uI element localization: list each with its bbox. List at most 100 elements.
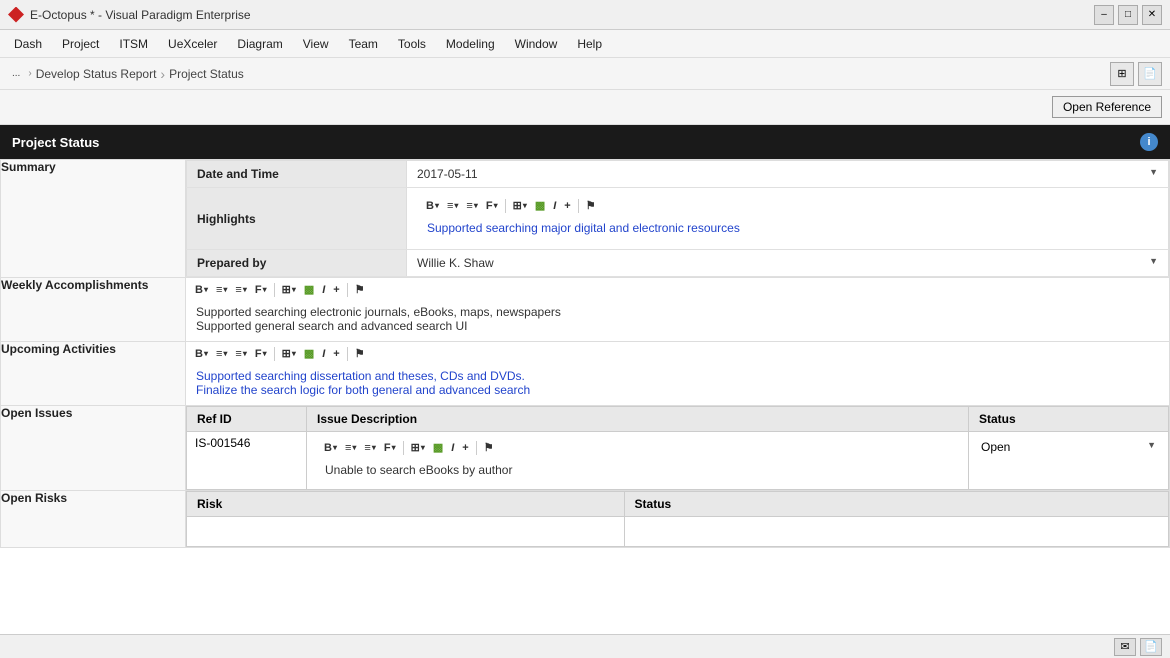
menu-modeling[interactable]: Modeling bbox=[436, 33, 505, 55]
issues-table: Ref ID Issue Description Status IS-00154… bbox=[186, 406, 1169, 490]
tb-special[interactable]: ⚑ bbox=[583, 198, 599, 213]
menu-uexceler[interactable]: UeXceler bbox=[158, 33, 227, 55]
prepared-by-dropdown-arrow[interactable]: ▼ bbox=[1149, 256, 1158, 266]
project-status-title: Project Status bbox=[12, 135, 99, 150]
ua-tb-bold[interactable]: B▾ bbox=[192, 347, 211, 361]
is-tb-plus[interactable]: + bbox=[459, 441, 471, 455]
is-tb-special[interactable]: ⚑ bbox=[481, 440, 497, 455]
tb-font[interactable]: F▾ bbox=[483, 199, 501, 213]
upcoming-line-1: Supported searching dissertation and the… bbox=[196, 369, 1159, 383]
window-controls: – □ ✕ bbox=[1094, 5, 1162, 25]
risks-header-row: Risk Status bbox=[187, 492, 1169, 517]
breadcrumb-project-status[interactable]: Project Status bbox=[169, 67, 244, 81]
upcoming-line-2: Finalize the search logic for both gener… bbox=[196, 383, 1159, 397]
date-time-row: Date and Time 2017-05-11 ▼ bbox=[187, 161, 1169, 188]
is-tb-font[interactable]: F▾ bbox=[381, 441, 399, 455]
app-icon bbox=[8, 7, 24, 23]
tb-list1[interactable]: ≡▾ bbox=[444, 199, 461, 213]
wa-tb-table[interactable]: ⊞▾ bbox=[279, 282, 299, 297]
highlights-label: Highlights bbox=[187, 188, 407, 250]
menu-project[interactable]: Project bbox=[52, 33, 109, 55]
open-reference-bar: Open Reference bbox=[0, 90, 1170, 125]
menu-tools[interactable]: Tools bbox=[388, 33, 436, 55]
wa-tb-bold[interactable]: B▾ bbox=[192, 283, 211, 297]
menu-bar: Dash Project ITSM UeXceler Diagram View … bbox=[0, 30, 1170, 58]
maximize-button[interactable]: □ bbox=[1118, 5, 1138, 25]
tb-table[interactable]: ⊞▾ bbox=[510, 198, 530, 213]
is-tb-list1[interactable]: ≡▾ bbox=[342, 441, 359, 455]
weekly-line-1: Supported searching electronic journals,… bbox=[196, 305, 1159, 319]
breadcrumb-back[interactable]: ... bbox=[12, 68, 20, 79]
ua-tb-plus[interactable]: + bbox=[330, 347, 342, 361]
menu-diagram[interactable]: Diagram bbox=[227, 33, 292, 55]
breadcrumb-icon-grid[interactable]: ⊞ bbox=[1110, 62, 1134, 86]
issue-row-1: IS-001546 B▾ ≡▾ ≡▾ F▾ ⊞▾ ▩ bbox=[187, 432, 1169, 490]
menu-view[interactable]: View bbox=[293, 33, 339, 55]
ua-tb-font[interactable]: F▾ bbox=[252, 347, 270, 361]
wa-tb-font[interactable]: F▾ bbox=[252, 283, 270, 297]
open-risks-content: Risk Status bbox=[186, 491, 1170, 548]
date-time-label: Date and Time bbox=[187, 161, 407, 188]
is-tb-italic[interactable]: I bbox=[448, 441, 457, 455]
issue-description-cell: B▾ ≡▾ ≡▾ F▾ ⊞▾ ▩ I + bbox=[307, 432, 969, 490]
status-document-button[interactable]: 📄 bbox=[1140, 638, 1162, 656]
weekly-accomplishments-label: Weekly Accomplishments bbox=[1, 278, 186, 342]
ua-tb-special[interactable]: ⚑ bbox=[352, 346, 368, 361]
wa-tb-plus[interactable]: + bbox=[330, 283, 342, 297]
summary-label: Summary bbox=[1, 160, 186, 278]
minimize-button[interactable]: – bbox=[1094, 5, 1114, 25]
status-email-button[interactable]: ✉ bbox=[1114, 638, 1136, 656]
wa-tb-special[interactable]: ⚑ bbox=[352, 282, 368, 297]
breadcrumb-arrow-1: › bbox=[28, 68, 31, 79]
is-tb-table[interactable]: ⊞▾ bbox=[408, 440, 428, 455]
wa-tb-list2[interactable]: ≡▾ bbox=[232, 283, 249, 297]
scroll-padding bbox=[0, 548, 1170, 588]
app-title: E-Octopus * - Visual Paradigm Enterprise bbox=[30, 8, 1094, 22]
breadcrumb-develop-status[interactable]: Develop Status Report bbox=[36, 67, 157, 81]
weekly-accomplishments-text: Supported searching electronic journals,… bbox=[186, 301, 1169, 341]
date-time-dropdown-arrow[interactable]: ▼ bbox=[1149, 167, 1158, 177]
menu-window[interactable]: Window bbox=[505, 33, 568, 55]
is-tb-image[interactable]: ▩ bbox=[430, 440, 446, 455]
breadcrumb-icon-doc[interactable]: 📄 bbox=[1138, 62, 1162, 86]
tb-image[interactable]: ▩ bbox=[532, 198, 548, 213]
tb-separator-1 bbox=[505, 199, 506, 213]
menu-dash[interactable]: Dash bbox=[4, 33, 52, 55]
is-tb-bold[interactable]: B▾ bbox=[321, 441, 340, 455]
date-time-value: 2017-05-11 ▼ bbox=[407, 161, 1169, 188]
ua-tb-image[interactable]: ▩ bbox=[301, 346, 317, 361]
issue-ref-id: IS-001546 bbox=[187, 432, 307, 490]
ua-tb-list1[interactable]: ≡▾ bbox=[213, 347, 230, 361]
tb-list2[interactable]: ≡▾ bbox=[463, 199, 480, 213]
upcoming-activities-content: B▾ ≡▾ ≡▾ F▾ ⊞▾ ▩ I + ⚑ Supported searchi… bbox=[186, 342, 1170, 406]
ua-tb-italic[interactable]: I bbox=[319, 347, 328, 361]
tb-bold[interactable]: B▾ bbox=[423, 199, 442, 213]
ua-tb-table[interactable]: ⊞▾ bbox=[279, 346, 299, 361]
menu-help[interactable]: Help bbox=[567, 33, 612, 55]
weekly-accomplishments-row: Weekly Accomplishments B▾ ≡▾ ≡▾ F▾ ⊞▾ ▩ … bbox=[1, 278, 1170, 342]
close-button[interactable]: ✕ bbox=[1142, 5, 1162, 25]
highlights-row: Highlights B▾ ≡▾ ≡▾ F▾ ⊞▾ ▩ I bbox=[187, 188, 1169, 250]
wa-tb-italic[interactable]: I bbox=[319, 283, 328, 297]
is-tb-list2[interactable]: ≡▾ bbox=[361, 441, 378, 455]
info-icon[interactable]: i bbox=[1140, 133, 1158, 151]
main-content-area: Open Reference Project Status i Summary … bbox=[0, 90, 1170, 634]
title-bar: E-Octopus * - Visual Paradigm Enterprise… bbox=[0, 0, 1170, 30]
menu-team[interactable]: Team bbox=[339, 33, 388, 55]
menu-itsm[interactable]: ITSM bbox=[109, 33, 158, 55]
open-risks-row: Open Risks Risk Status bbox=[1, 491, 1170, 548]
weekly-toolbar: B▾ ≡▾ ≡▾ F▾ ⊞▾ ▩ I + ⚑ bbox=[186, 278, 1169, 301]
prepared-by-value: Willie K. Shaw bbox=[417, 256, 494, 270]
upcoming-activities-row: Upcoming Activities B▾ ≡▾ ≡▾ F▾ ⊞▾ ▩ I +… bbox=[1, 342, 1170, 406]
open-reference-button[interactable]: Open Reference bbox=[1052, 96, 1162, 118]
highlights-text: Supported searching major digital and el… bbox=[417, 217, 1158, 243]
issue-status-dropdown-arrow[interactable]: ▼ bbox=[1143, 436, 1160, 454]
content-table: Summary Date and Time 2017-05-11 ▼ Highl… bbox=[0, 159, 1170, 548]
ua-tb-list2[interactable]: ≡▾ bbox=[232, 347, 249, 361]
risks-table: Risk Status bbox=[186, 491, 1169, 547]
tb-italic[interactable]: I bbox=[550, 199, 559, 213]
wa-tb-image[interactable]: ▩ bbox=[301, 282, 317, 297]
wa-tb-list1[interactable]: ≡▾ bbox=[213, 283, 230, 297]
tb-plus[interactable]: + bbox=[561, 199, 573, 213]
upcoming-activities-label: Upcoming Activities bbox=[1, 342, 186, 406]
